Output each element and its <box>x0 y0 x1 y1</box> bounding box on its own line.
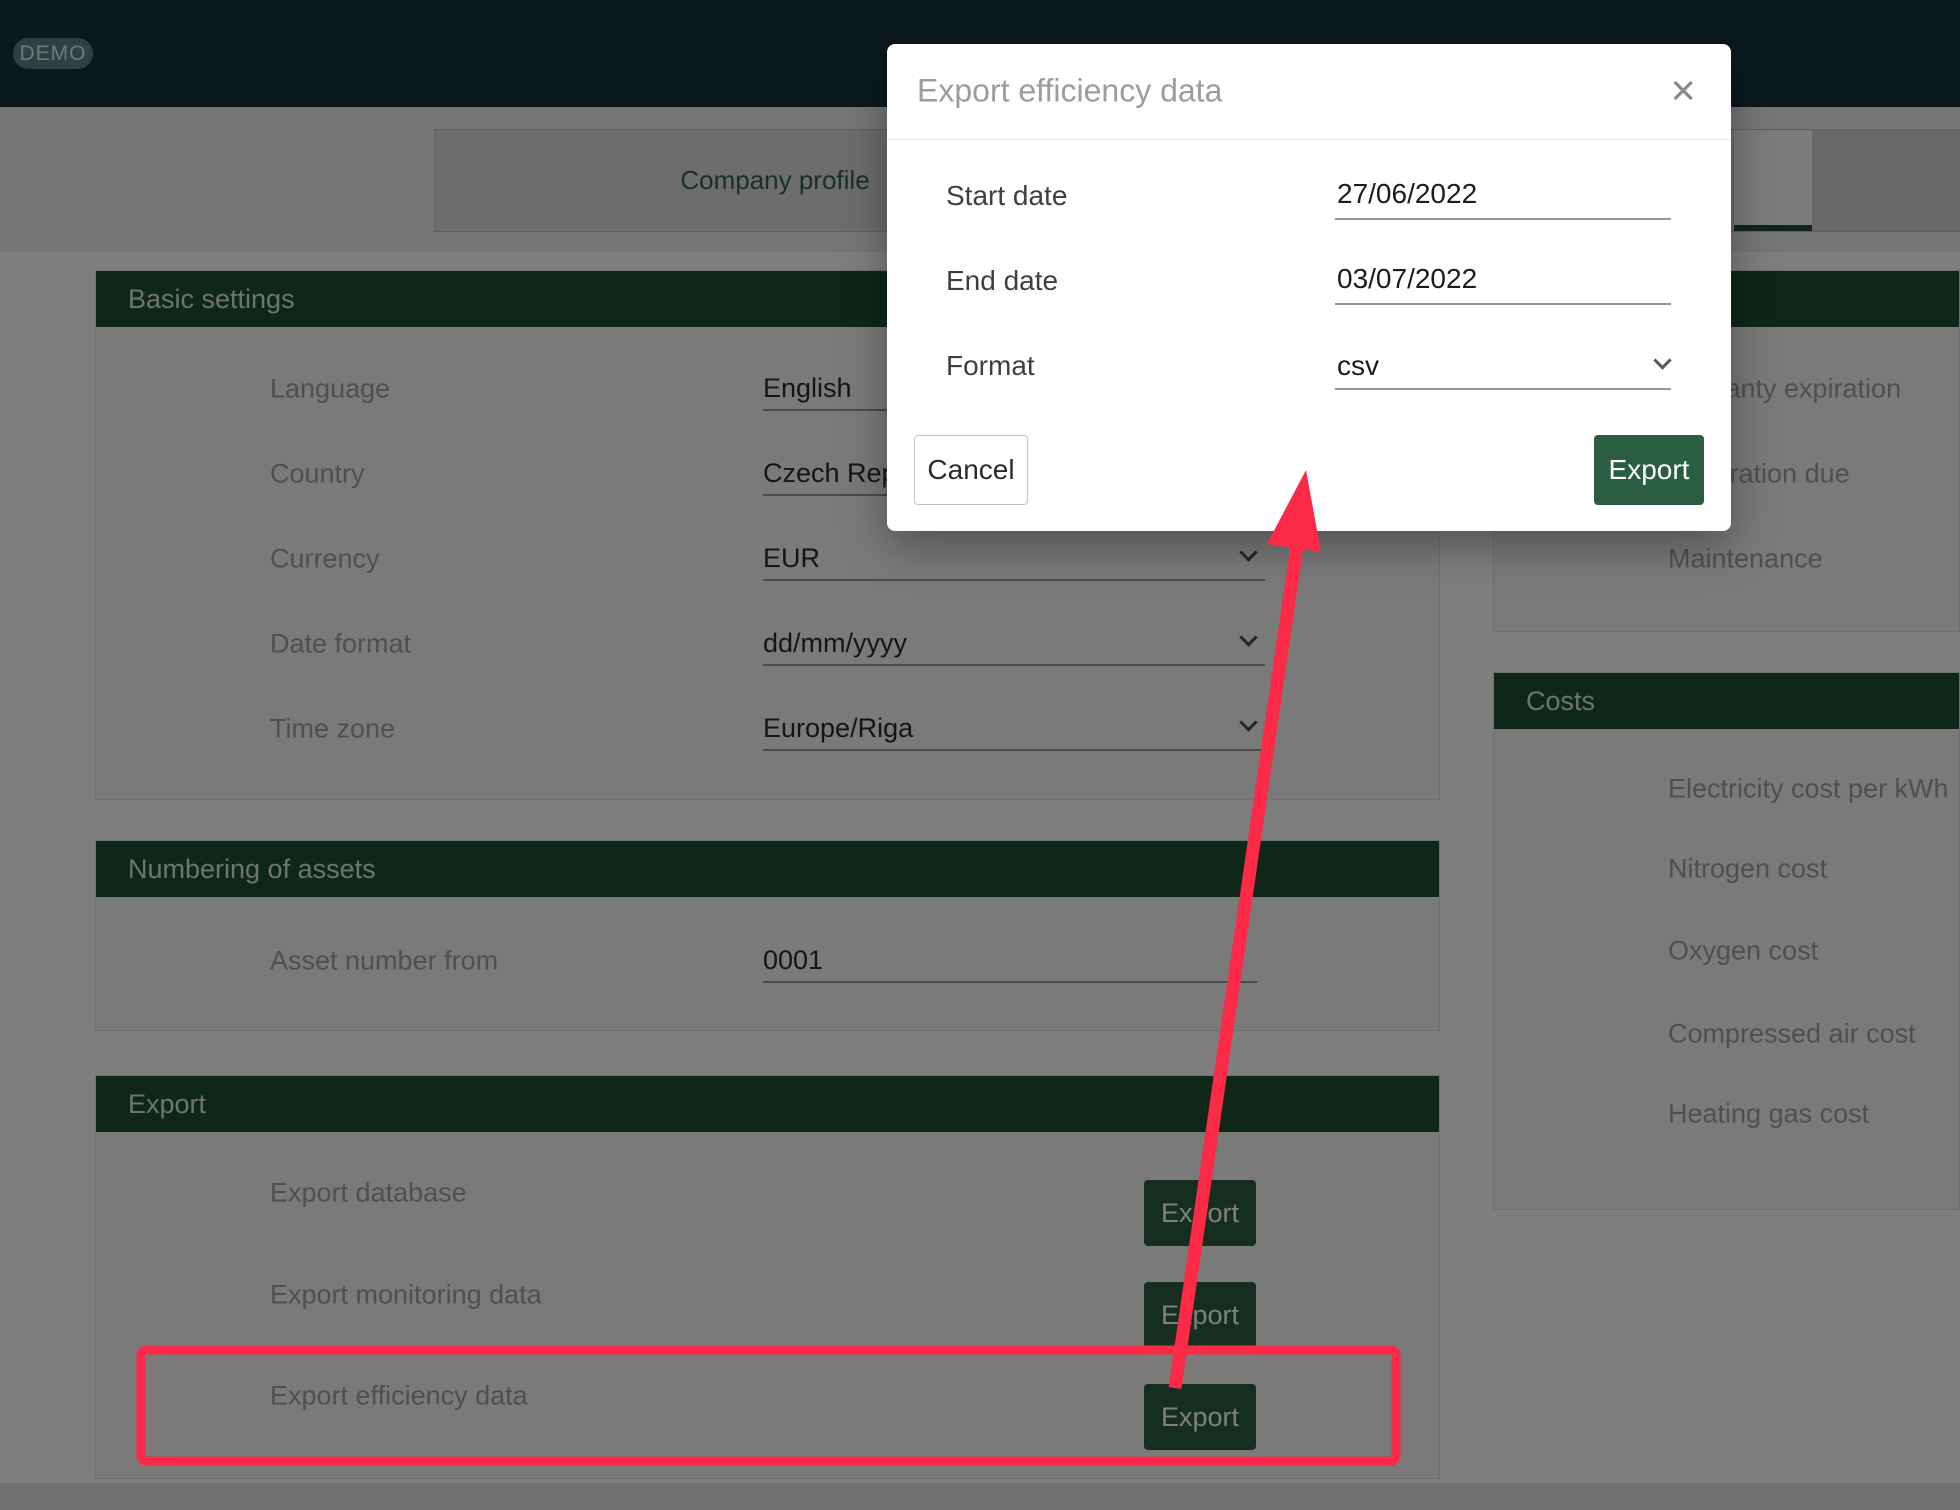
export-efficiency-dialog: Export efficiency data ✕ Start date End … <box>887 44 1731 531</box>
start-date-input[interactable] <box>1335 174 1671 220</box>
app-root: DEMO Company profile Basic settings Lang… <box>0 0 1960 1510</box>
end-date-label: End date <box>946 265 1058 297</box>
format-label: Format <box>946 350 1035 382</box>
dialog-header: Export efficiency data ✕ <box>887 44 1731 140</box>
dialog-export-button[interactable]: Export <box>1594 435 1704 505</box>
chevron-down-icon <box>1653 351 1671 369</box>
end-date-input[interactable] <box>1335 259 1671 305</box>
format-select[interactable]: csv <box>1335 344 1671 390</box>
cancel-button[interactable]: Cancel <box>914 435 1028 505</box>
format-value: csv <box>1337 350 1379 382</box>
start-date-label: Start date <box>946 180 1067 212</box>
close-icon[interactable]: ✕ <box>1669 75 1697 108</box>
dialog-title: Export efficiency data <box>917 73 1222 110</box>
